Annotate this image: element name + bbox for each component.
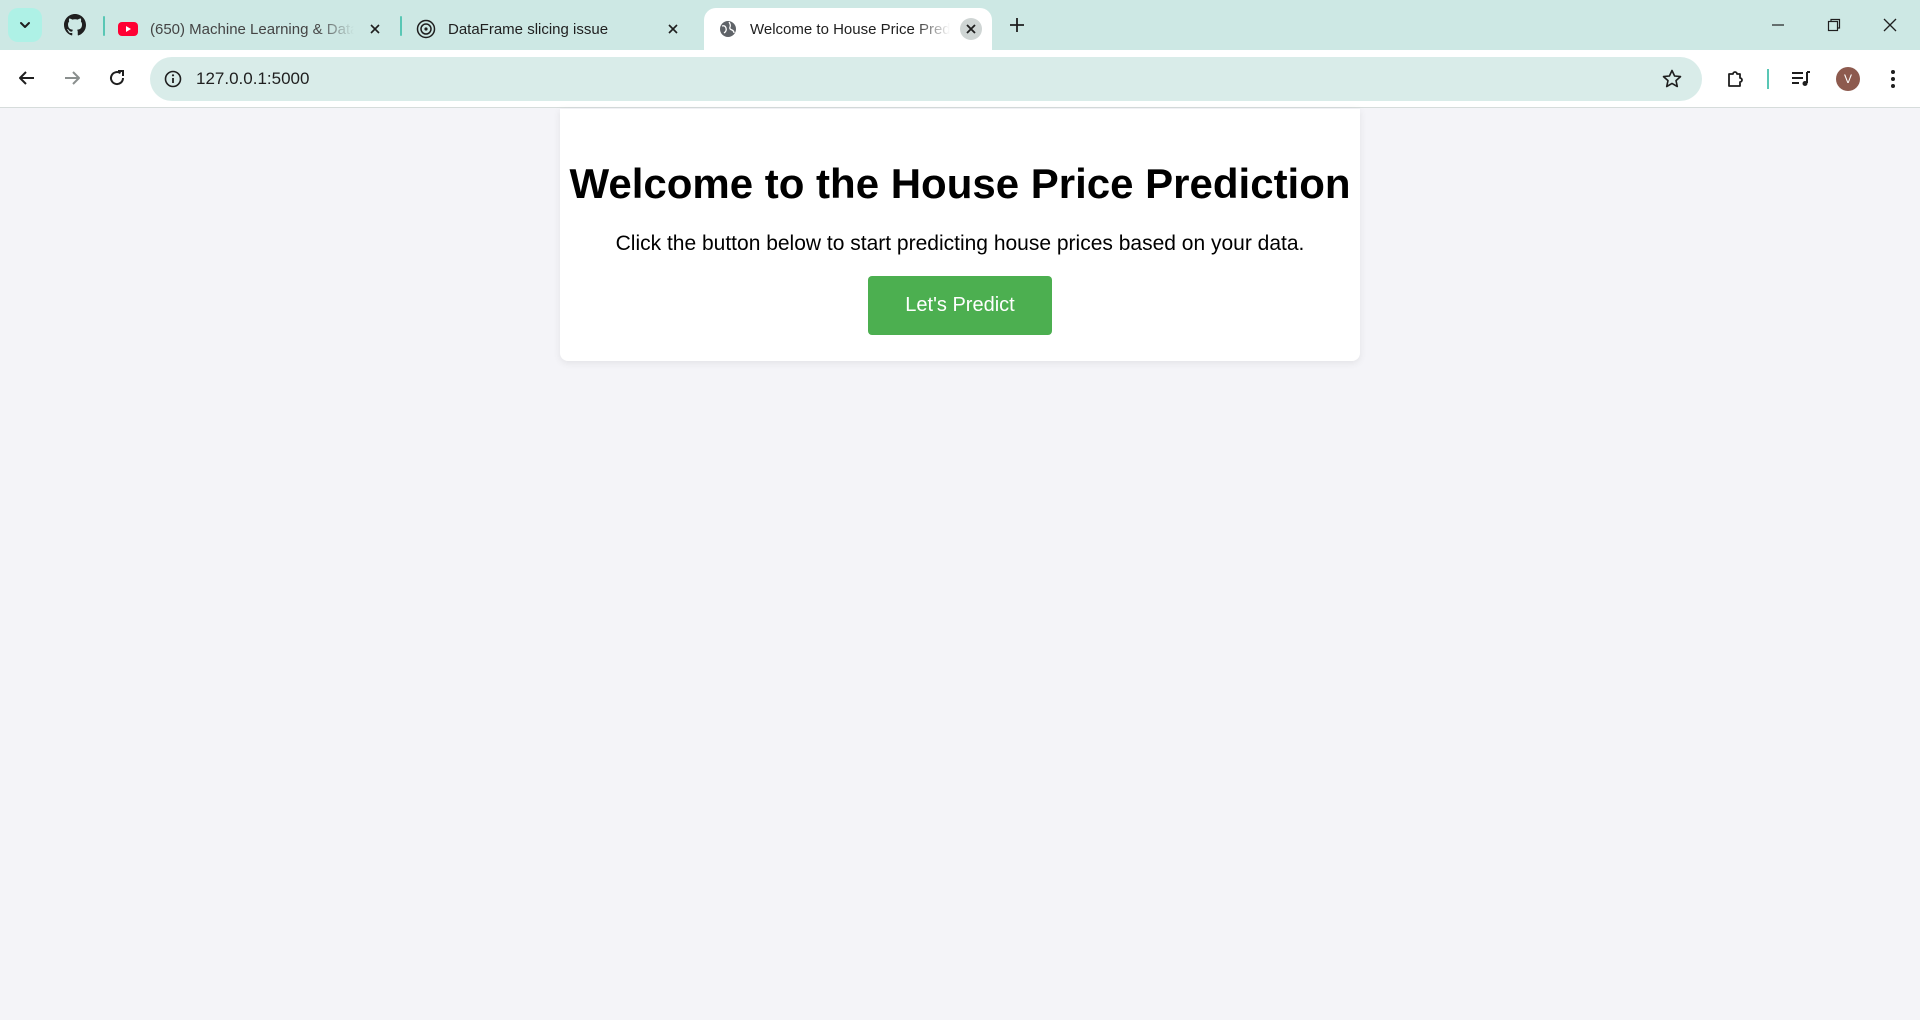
reload-icon xyxy=(110,70,125,86)
globe-icon xyxy=(718,19,738,39)
tab-title: DataFrame slicing issue xyxy=(448,20,609,38)
media-controls-button[interactable] xyxy=(1786,64,1816,94)
close-icon xyxy=(1883,18,1897,32)
back-button[interactable] xyxy=(9,60,45,96)
arrow-left-icon xyxy=(19,71,34,85)
site-info-icon[interactable] xyxy=(162,68,184,90)
close-icon xyxy=(966,24,976,34)
forward-button[interactable] xyxy=(54,60,90,96)
close-tab-button[interactable] xyxy=(960,18,982,40)
openai-icon xyxy=(416,19,436,39)
tab-title: Welcome to House Price Prediction xyxy=(750,20,950,38)
page-viewport: Welcome to the House Price Prediction Cl… xyxy=(0,109,1920,1020)
close-icon xyxy=(668,24,678,34)
reload-button[interactable] xyxy=(99,60,135,96)
tab-title: (650) Machine Learning & Data Science xyxy=(150,20,354,38)
page-title: Welcome to the House Price Prediction xyxy=(569,160,1351,207)
browser-menu-button[interactable] xyxy=(1878,64,1908,94)
arrow-right-icon xyxy=(65,71,80,85)
pinned-tab-github[interactable] xyxy=(58,8,92,42)
plus-icon xyxy=(1010,18,1024,32)
youtube-icon xyxy=(118,19,138,39)
restore-button[interactable] xyxy=(1806,0,1862,50)
toolbar-separator xyxy=(1767,69,1769,89)
tab-strip: (650) Machine Learning & Data Science Da… xyxy=(0,0,1920,50)
lets-predict-button[interactable]: Let's Predict xyxy=(868,276,1052,335)
bookmark-star-icon[interactable] xyxy=(1660,67,1684,91)
close-window-button[interactable] xyxy=(1862,0,1918,50)
close-tab-button[interactable] xyxy=(662,18,684,40)
minimize-button[interactable] xyxy=(1750,0,1806,50)
tab-chatgpt[interactable]: DataFrame slicing issue xyxy=(402,8,694,50)
chevron-down-icon xyxy=(20,22,30,28)
tab-search-button[interactable] xyxy=(8,8,42,42)
url-text[interactable]: 127.0.0.1:5000 xyxy=(196,69,309,89)
github-icon xyxy=(64,14,86,36)
tab-youtube[interactable]: (650) Machine Learning & Data Science xyxy=(104,8,396,50)
minimize-icon xyxy=(1772,24,1784,26)
more-vert-icon xyxy=(1891,70,1895,88)
page-description: Click the button below to start predicti… xyxy=(615,232,1305,255)
profile-avatar[interactable]: V xyxy=(1836,67,1860,91)
close-icon xyxy=(370,24,380,34)
extensions-button[interactable] xyxy=(1721,64,1751,94)
new-tab-button[interactable] xyxy=(1000,8,1034,42)
puzzle-icon xyxy=(1728,71,1743,87)
browser-toolbar: 127.0.0.1:5000 V xyxy=(0,50,1920,108)
tab-house-price-prediction[interactable]: Welcome to House Price Prediction xyxy=(704,8,992,50)
welcome-card: Welcome to the House Price Prediction Cl… xyxy=(560,109,1360,361)
address-bar[interactable]: 127.0.0.1:5000 xyxy=(150,57,1702,101)
restore-icon xyxy=(1827,18,1841,32)
close-tab-button[interactable] xyxy=(364,18,386,40)
queue-music-icon xyxy=(1792,71,1810,86)
